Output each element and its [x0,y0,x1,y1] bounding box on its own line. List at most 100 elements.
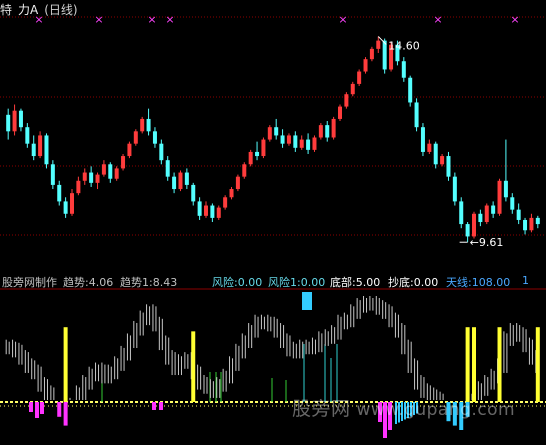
candle-body [76,180,81,194]
candle-body [108,164,113,179]
candle-body [95,174,100,183]
bottom-bar [63,402,68,426]
watermark-url: www.gupang.com [356,400,516,420]
candle-body [82,172,87,181]
candle-body [261,139,266,157]
candle-body [6,114,11,132]
candle-body [204,205,208,216]
bottom-bar [35,402,39,418]
signal-bar [191,331,196,402]
period-label[interactable]: (日线) [44,1,77,18]
candle-body [114,168,119,179]
candle-body [376,40,381,49]
signal-bar [535,327,540,402]
candle-body [331,118,336,138]
bottom-bar [29,402,33,412]
candle-body [401,61,406,78]
candle-body [306,139,311,150]
candle-body [216,207,221,218]
candle-body [369,48,374,60]
candle-body [63,201,68,214]
candle-body [523,219,528,231]
signal-marker: × [165,13,174,26]
indicator-name[interactable]: 股旁网制作 [2,274,57,290]
candle-body [12,110,17,132]
candle-body [344,94,349,107]
header-fragment: 特 [0,2,13,17]
chart-canvas[interactable]: × × × × × × × 14.60←9.61 [0,0,546,445]
candle-body [101,164,106,175]
candle-body [510,197,515,210]
signal-marker: × [338,13,347,26]
candle-body [363,59,368,72]
candle-body [197,201,202,216]
candle-body [229,189,234,198]
candle-body [133,131,138,144]
candle-body [210,205,215,218]
candle-body [50,164,55,185]
candle-body [280,135,285,144]
top-markers: × × × × × × × [34,13,519,26]
candle-body [529,217,534,231]
candle-body [503,180,508,198]
candle-body [165,160,170,177]
candle-body [299,139,304,148]
candle-body [516,209,521,220]
candle-body [338,106,342,119]
bottom-bar [40,402,44,414]
candle-body [235,176,240,190]
high-label: 14.60 [388,39,420,52]
candle-body [146,118,151,132]
chart-header: 特 力A (日线) [0,0,84,18]
candle-body [427,143,432,152]
candle-body [484,205,489,223]
candle-body [184,172,189,185]
price-annotations: 14.60 ←9.61 [377,36,504,249]
low-label: ←9.61 [470,236,504,249]
signal-marker: × [510,13,519,26]
candle-body [127,143,132,157]
signal-bar [465,327,470,402]
bottom-bar [57,402,62,417]
candle-body [357,71,362,84]
candle-body [350,83,355,95]
indicator-item: 抄底:0.00 [388,276,439,289]
indicator-bar: 股旁网制作 趋势:4.06 趋势1:8.43 风险:0.00 风险1:0.00 底部:5… [0,273,546,289]
candle-body [121,156,126,169]
bottom-bar [159,402,163,410]
candle-body [452,176,457,202]
candle-body [140,118,145,132]
candle-body [38,135,43,157]
price-grid [0,16,546,236]
candle-body [318,125,323,138]
bottom-bar [152,402,156,410]
signal-bar [472,327,476,402]
candle-body [70,193,74,214]
candle-body [57,184,62,202]
candle-body [223,197,228,208]
watermark: 股旁网 www.gupang.com [292,394,515,421]
risk-block [302,292,312,310]
candle-body [242,164,247,177]
candle-body [414,102,419,128]
signal-marker: × [433,13,442,26]
candle-body [465,224,470,237]
candle-body [420,127,425,152]
indicator-item: 风险1:0.00 [268,276,326,289]
candle-body [491,205,496,214]
signal-marker: × [94,13,103,26]
candle-body [152,131,157,144]
candle-body [440,156,445,165]
candle-body [267,127,272,140]
candle-body [191,184,196,202]
security-name[interactable]: 力A [18,1,38,18]
candle-body [408,77,413,103]
indicator-item: 趋势1:8.43 [120,276,178,289]
candle-body [178,172,183,190]
candle-body [159,143,164,161]
candle-body [248,151,253,165]
candle-body [433,143,438,165]
candle-body [25,127,30,144]
candle-body [312,137,317,150]
candle-body [293,135,298,148]
